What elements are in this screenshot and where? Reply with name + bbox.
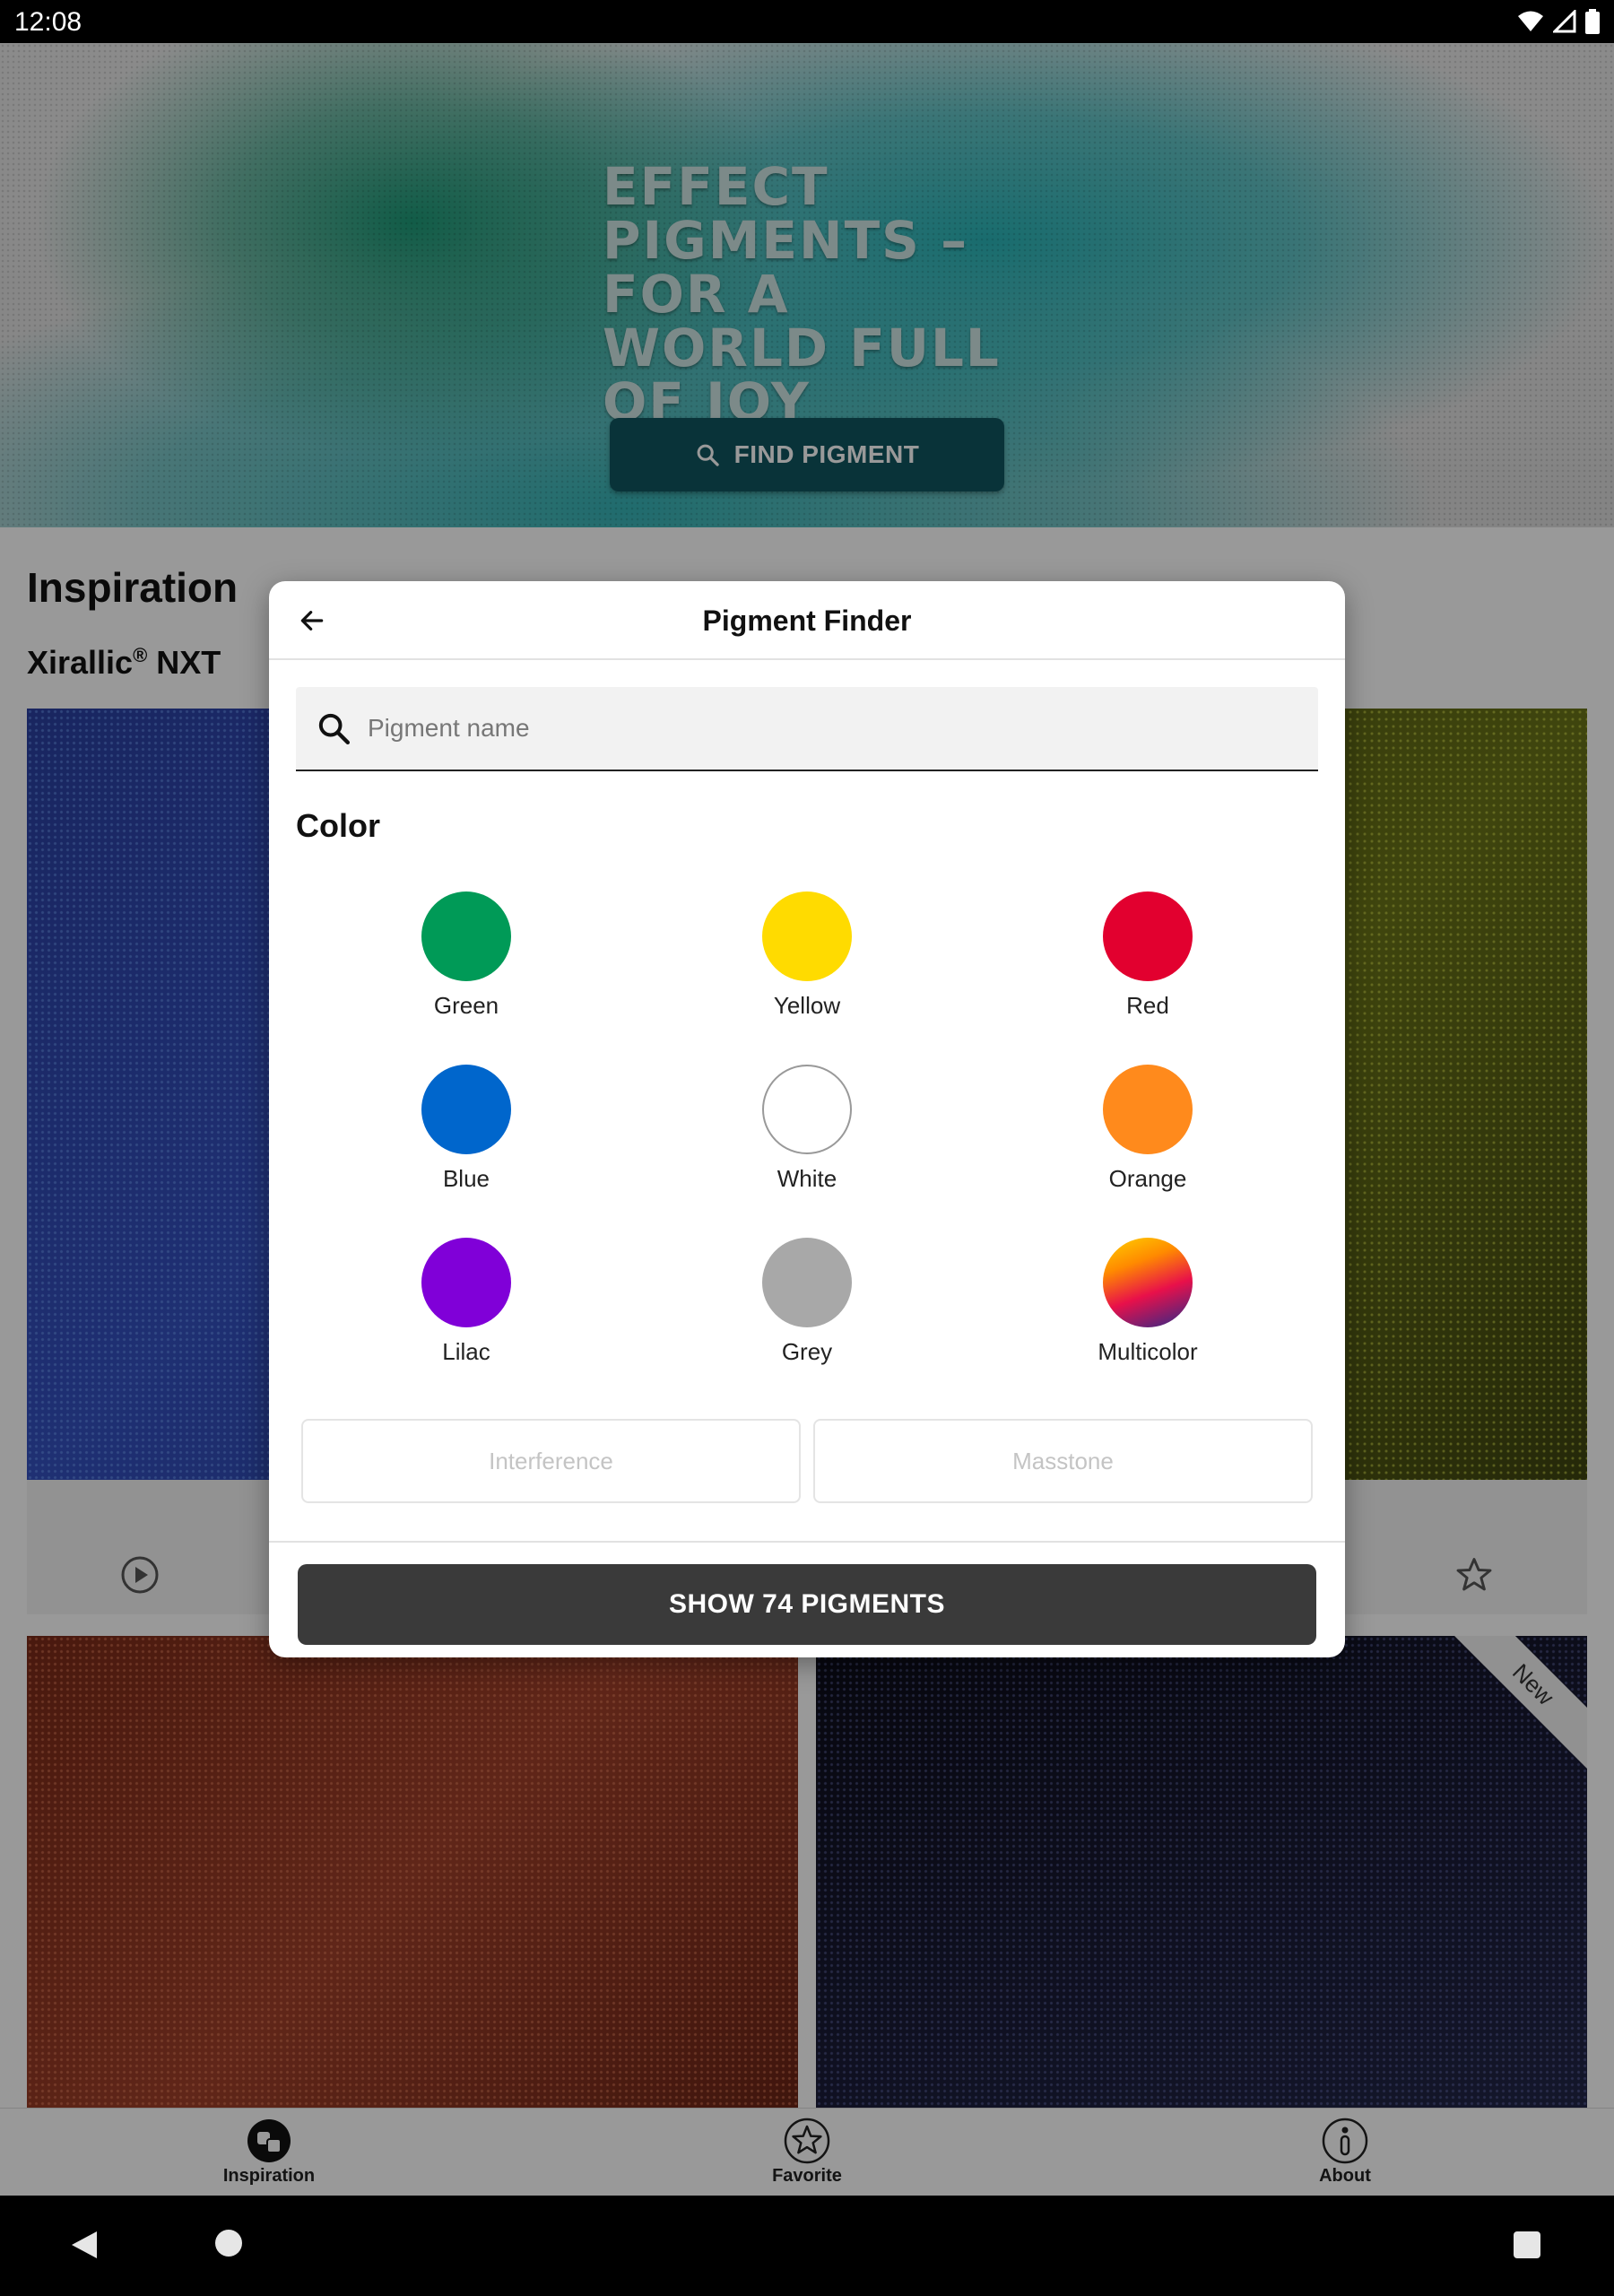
color-label: White (777, 1165, 837, 1192)
color-option-yellow[interactable]: Yellow (637, 891, 977, 1020)
recents-square-icon[interactable] (1514, 2231, 1540, 2258)
masstone-filter-button[interactable]: Masstone (813, 1419, 1313, 1503)
color-label: Orange (1108, 1165, 1187, 1192)
color-option-grey[interactable]: Grey (637, 1238, 977, 1366)
green-swatch (421, 891, 511, 981)
battery-icon (1585, 9, 1600, 34)
pigment-name-input[interactable] (368, 714, 1264, 743)
white-swatch (762, 1065, 852, 1154)
grey-swatch (762, 1238, 852, 1327)
back-triangle-icon[interactable] (70, 2230, 99, 2260)
arrow-left-icon (300, 611, 324, 631)
color-option-multicolor[interactable]: Multicolor (977, 1238, 1318, 1366)
color-option-blue[interactable]: Blue (296, 1065, 637, 1193)
status-bar: 12:08 (0, 0, 1614, 43)
type-filter-row: Interference Masstone (301, 1419, 1313, 1503)
color-option-orange[interactable]: Orange (977, 1065, 1318, 1193)
interference-filter-button[interactable]: Interference (301, 1419, 801, 1503)
color-label: Green (433, 992, 499, 1019)
yellow-swatch (762, 891, 852, 981)
blue-swatch (421, 1065, 511, 1154)
wifi-icon (1518, 11, 1543, 31)
color-option-white[interactable]: White (637, 1065, 977, 1193)
color-label: Red (1126, 992, 1169, 1019)
home-circle-icon[interactable] (215, 2230, 242, 2257)
color-option-green[interactable]: Green (296, 891, 637, 1020)
color-label: Grey (781, 1338, 833, 1365)
status-time: 12:08 (14, 7, 82, 37)
multicolor-swatch (1103, 1238, 1193, 1327)
red-swatch (1103, 891, 1193, 981)
color-label: Yellow (773, 992, 841, 1019)
status-icons (1517, 9, 1600, 34)
color-heading: Color (296, 807, 380, 844)
pigment-search-field[interactable] (296, 687, 1318, 771)
back-button[interactable] (291, 599, 334, 642)
color-option-lilac[interactable]: Lilac (296, 1238, 637, 1366)
show-pigments-button[interactable]: SHOW 74 PIGMENTS (298, 1564, 1316, 1645)
dialog-title: Pigment Finder (702, 604, 912, 637)
dialog-header: Pigment Finder (269, 581, 1345, 660)
color-option-red[interactable]: Red (977, 891, 1318, 1020)
app-content: EFFECT PIGMENTS – FOR A WORLD FULL OF JO… (0, 43, 1614, 2196)
orange-swatch (1103, 1065, 1193, 1154)
signal-icon (1553, 10, 1576, 33)
color-grid: Green Yellow Red Blue White Orange Lilac… (296, 891, 1318, 1366)
dialog-footer: SHOW 74 PIGMENTS (269, 1541, 1345, 1657)
color-label: Lilac (442, 1338, 490, 1365)
search-icon (314, 709, 353, 748)
pigment-finder-dialog: Pigment Finder Color Green Yellow Red (269, 581, 1345, 1657)
color-label: Multicolor (1098, 1338, 1198, 1365)
system-navigation-bar (0, 2196, 1614, 2296)
color-label: Blue (442, 1165, 490, 1192)
lilac-swatch (421, 1238, 511, 1327)
